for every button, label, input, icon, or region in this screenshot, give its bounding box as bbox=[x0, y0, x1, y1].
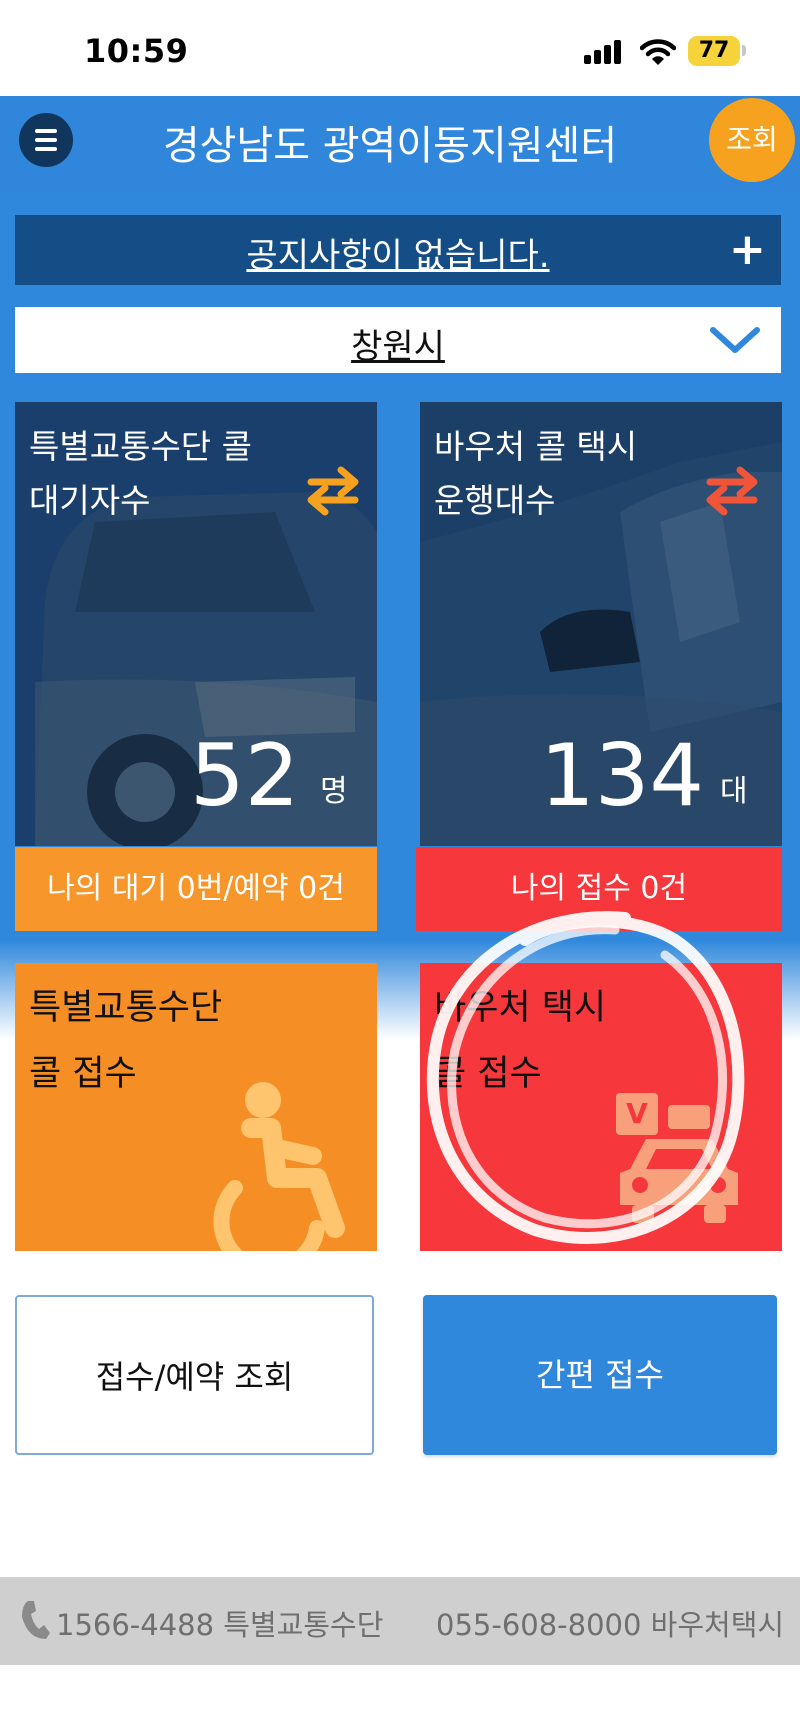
wheelchair-icon bbox=[213, 1082, 345, 1251]
special-transport-phone[interactable]: 1566-4488 특별교통수단 bbox=[56, 1602, 383, 1644]
region-select[interactable]: 창원시 bbox=[15, 307, 781, 373]
voucher-badge: V bbox=[626, 1097, 648, 1130]
status-time: 10:59 bbox=[84, 32, 189, 70]
lookup-button[interactable]: 조회 bbox=[709, 98, 795, 182]
my-request-status[interactable]: 나의 접수 0건 bbox=[416, 847, 782, 931]
page-title: 경상남도 광역이동지원센터 bbox=[162, 123, 618, 169]
swap-arrows-icon[interactable] bbox=[702, 462, 762, 518]
stat-label: 바우처 콜 택시 운행대수 bbox=[434, 427, 638, 520]
voucher-taxi-call-button[interactable]: 바우처 택시 콜 접수 V bbox=[420, 963, 782, 1251]
menu-button[interactable] bbox=[19, 113, 73, 167]
waiting-unit: 명 bbox=[320, 774, 348, 809]
cellular-signal-icon bbox=[584, 40, 624, 64]
plus-icon[interactable]: + bbox=[729, 225, 766, 275]
running-count: 134 bbox=[540, 726, 705, 826]
my-waiting-status[interactable]: 나의 대기 0번/예약 0건 bbox=[15, 847, 377, 931]
notice-text[interactable]: 공지사항이 없습니다. bbox=[15, 228, 781, 277]
quick-request-button[interactable]: 간편 접수 bbox=[423, 1295, 777, 1455]
chevron-down-icon bbox=[710, 327, 760, 353]
call-label: 바우처 택시 콜 접수 bbox=[434, 988, 607, 1094]
special-transport-call-button[interactable]: 특별교통수단 콜 접수 bbox=[15, 963, 377, 1251]
phone-icon[interactable] bbox=[20, 1599, 50, 1641]
wifi-icon bbox=[640, 39, 676, 65]
call-label: 특별교통수단 콜 접수 bbox=[29, 988, 223, 1094]
battery-icon: 77 bbox=[688, 36, 740, 66]
region-selected-value: 창원시 bbox=[351, 327, 445, 367]
notice-bar[interactable]: 공지사항이 없습니다. + bbox=[15, 215, 781, 285]
status-bar: 10:59 77 bbox=[0, 0, 800, 96]
request-lookup-button[interactable]: 접수/예약 조회 bbox=[15, 1295, 374, 1455]
running-unit: 대 bbox=[720, 774, 748, 809]
swap-arrows-icon[interactable] bbox=[303, 462, 363, 518]
special-transport-waiting-card: 특별교통수단 콜 대기자수 52 명 bbox=[15, 402, 377, 846]
footer-contact-bar: 1566-4488 특별교통수단 055-608-8000 바우처택시 bbox=[0, 1577, 800, 1665]
battery-cap bbox=[742, 45, 746, 56]
voucher-taxi-phone[interactable]: 055-608-8000 바우처택시 bbox=[436, 1602, 784, 1644]
voucher-taxi-running-card: 바우처 콜 택시 운행대수 134 대 bbox=[420, 402, 782, 846]
stat-label: 특별교통수단 콜 대기자수 bbox=[29, 427, 253, 520]
waiting-count: 52 bbox=[190, 726, 300, 826]
